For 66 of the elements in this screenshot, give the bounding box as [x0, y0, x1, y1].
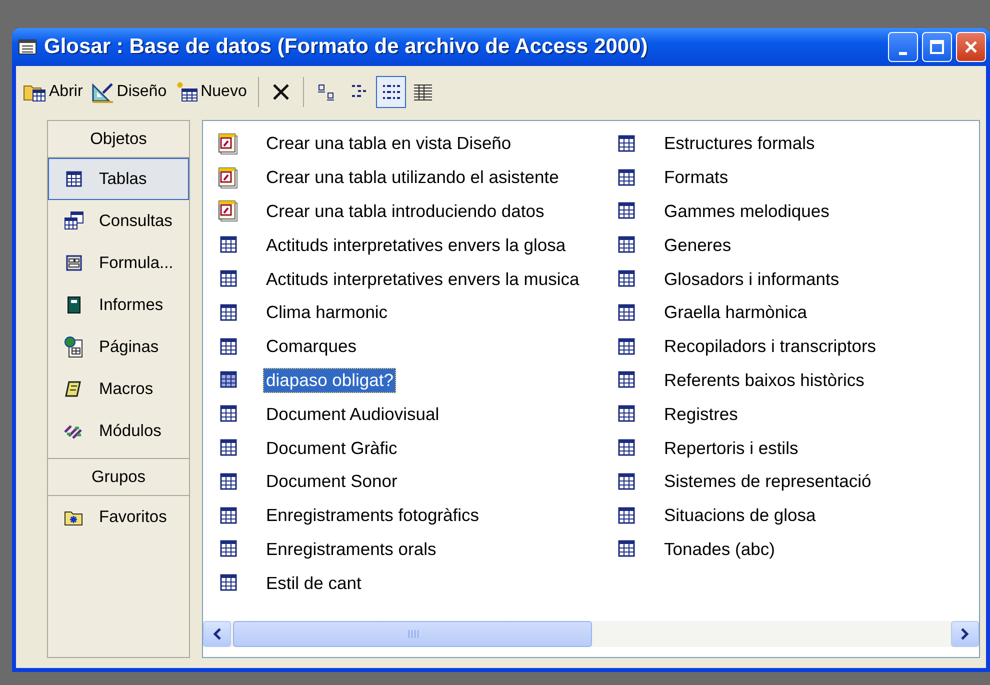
table-name[interactable]: Actituds interpretatives envers la glosa: [263, 232, 569, 258]
table-name[interactable]: Graella harmònica: [661, 300, 810, 326]
table-name[interactable]: Referents baixos històrics: [661, 368, 868, 393]
report-book-icon: [65, 296, 83, 314]
details-view-icon: [412, 82, 434, 102]
object-type-item[interactable]: Macros: [48, 368, 189, 410]
table-name[interactable]: Sistemes de representació: [661, 469, 874, 494]
table-name[interactable]: diapaso obligat?: [263, 368, 396, 393]
module-icon: [63, 422, 85, 440]
maximize-button[interactable]: [922, 32, 952, 62]
object-type-item[interactable]: Tablas: [48, 158, 189, 200]
object-type-item[interactable]: Páginas: [48, 326, 189, 368]
table-name[interactable]: Gammes melodiques: [661, 198, 832, 224]
scroll-right-button[interactable]: [951, 621, 979, 647]
close-icon: [963, 39, 979, 55]
table-name[interactable]: Estructures formals: [661, 131, 818, 156]
table-name[interactable]: Comarques: [263, 334, 360, 360]
table-name[interactable]: Document Gràfic: [263, 436, 400, 461]
web-page-icon: [64, 336, 84, 358]
list-view-button[interactable]: [376, 76, 406, 108]
grip-icon: [406, 629, 418, 639]
form-icon: [65, 254, 83, 272]
table-name[interactable]: Estil de cant: [263, 570, 364, 596]
object-type-item[interactable]: Formula...: [48, 242, 189, 284]
table-name[interactable]: Crear una tabla introduciendo datos: [263, 198, 548, 224]
table-name[interactable]: Crear una tabla en vista Diseño: [263, 131, 514, 156]
chevron-right-icon: [960, 628, 970, 640]
object-type-item[interactable]: Informes: [48, 284, 189, 326]
table-name[interactable]: Document Audiovisual: [263, 402, 442, 427]
table-name[interactable]: Generes: [661, 232, 734, 258]
table-name[interactable]: Tonades (abc): [661, 536, 778, 562]
stacked-tables-icon: [64, 211, 84, 231]
open-button[interactable]: Abrir: [20, 76, 86, 108]
table-name[interactable]: Crear una tabla utilizando el asistente: [263, 165, 562, 190]
table-name[interactable]: Recopiladors i transcriptors: [661, 334, 880, 360]
table-name[interactable]: Situacions de glosa: [661, 503, 819, 528]
chevron-left-icon: [212, 628, 222, 640]
table-icon: [65, 170, 83, 188]
table-name[interactable]: Repertoris i estils: [661, 436, 802, 461]
table-name[interactable]: Actituds interpretatives envers la musica: [263, 266, 582, 292]
scroll-icon: [65, 380, 83, 398]
minimize-button[interactable]: [888, 32, 918, 62]
delete-icon: [270, 82, 291, 102]
table-name[interactable]: Clima harmonic: [263, 300, 391, 326]
new-button[interactable]: Nuevo: [172, 76, 250, 108]
table-name[interactable]: Document Sonor: [263, 469, 400, 494]
scroll-left-button[interactable]: [203, 621, 231, 647]
close-button[interactable]: [956, 32, 986, 62]
window-title: Glosar : Base de datos (Formato de archivo de Access 2000): [44, 35, 648, 59]
maximize-icon: [929, 39, 945, 55]
object-type-item[interactable]: Favoritos: [48, 496, 189, 538]
table-name[interactable]: Enregistraments fotogràfics: [263, 503, 482, 528]
table-name[interactable]: Formats: [661, 165, 732, 190]
horizontal-scrollbar[interactable]: [203, 621, 979, 647]
minimize-icon: [899, 52, 907, 54]
table-name[interactable]: Registres: [661, 402, 741, 427]
set-square-icon: [90, 81, 115, 103]
scroll-thumb[interactable]: [233, 621, 592, 647]
object-type-item[interactable]: Consultas: [48, 200, 189, 242]
new-table-icon: [174, 81, 199, 103]
design-button[interactable]: Diseño: [88, 76, 170, 108]
database-window-icon: [18, 38, 38, 56]
table-name[interactable]: Glosadors i informants: [661, 266, 842, 292]
table-name[interactable]: Enregistraments orals: [263, 536, 440, 562]
group-header[interactable]: Grupos: [48, 458, 189, 496]
object-type-item[interactable]: Módulos: [48, 410, 189, 452]
